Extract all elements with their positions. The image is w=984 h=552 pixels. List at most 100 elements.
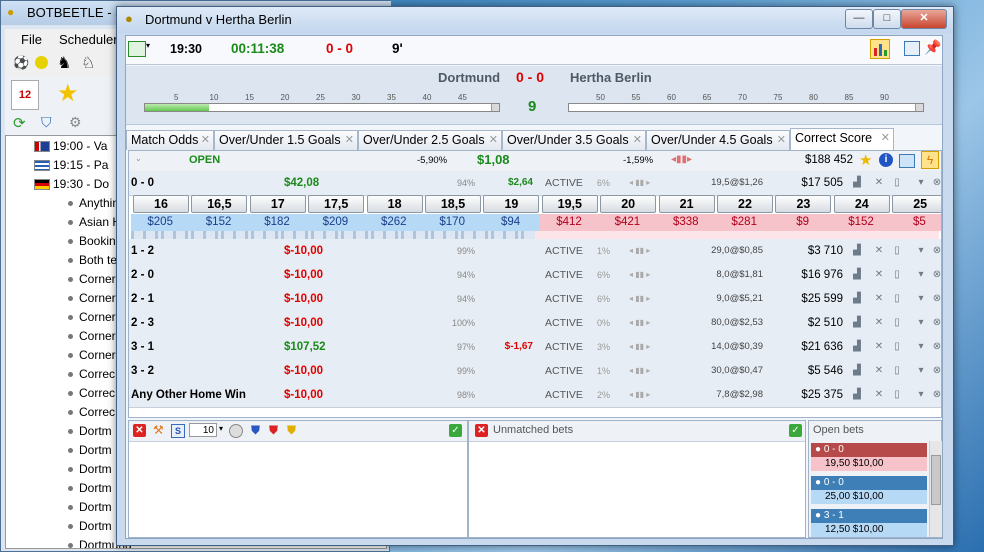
ladder-price-button[interactable]: 19 [483,195,540,213]
close-button[interactable]: ✕ [901,9,947,29]
tree-market-item[interactable]: Correc [68,365,115,384]
hedge-icon[interactable]: ▯ [891,177,903,188]
tree-market-item[interactable]: Dortm [68,441,112,460]
tree-market-item[interactable]: Corner [68,327,116,346]
tree-event-row[interactable]: 19:00 - Va [34,137,107,156]
close-tab-icon[interactable]: ✕ [345,131,354,150]
ladder-price-button[interactable]: 20 [600,195,657,213]
ladder-price-button[interactable]: 18 [366,195,423,213]
calendar-icon[interactable]: 12 [11,80,39,110]
expand-icon[interactable]: ▾ [915,177,927,188]
ladder-price-button[interactable]: 21 [658,195,715,213]
close-selection-icon[interactable]: ⊗ [931,365,941,376]
ladder-price-button[interactable]: 17,5 [308,195,365,213]
hedge-icon[interactable]: ▯ [891,389,903,400]
close-selection-icon[interactable]: ⊗ [931,269,941,280]
hedge-icon[interactable]: ▯ [891,365,903,376]
hedge-icon[interactable]: ▯ [891,293,903,304]
ladder-price-button[interactable]: 24 [833,195,890,213]
close-tab-icon[interactable]: ✕ [777,131,786,150]
hedge-icon[interactable]: ▯ [891,245,903,256]
tree-market-item[interactable]: Corner [68,308,116,327]
selection-row[interactable]: 1 - 2 $-10,00 99% ACTIVE 1% ◂ ▮▮ ▸ 29,0@$0,85 $… [129,239,941,264]
expand-icon[interactable]: ▾ [915,341,927,352]
chevron-down-icon[interactable]: ▾ [146,41,150,50]
ladder-amount[interactable]: $152 [831,214,891,231]
menu-file[interactable]: File [21,32,42,47]
new-window-icon[interactable] [904,41,920,56]
cancel-unmatched-icon[interactable]: ✕ [475,424,488,437]
graph-icon[interactable]: ▟ [851,341,863,352]
close-tab-icon[interactable]: ✕ [881,129,890,148]
tools-icon[interactable]: ✕ [873,389,885,400]
graph-icon[interactable] [899,154,915,168]
ladder-amount[interactable]: $262 [364,214,423,231]
ladder-price-button[interactable]: 25 [892,195,941,213]
selection-row[interactable]: 3 - 2 $-10,00 99% ACTIVE 1% ◂ ▮▮ ▸ 30,0@$0,47 $… [129,359,941,384]
graph-icon[interactable]: ▟ [851,365,863,376]
tree-event-row[interactable]: 19:15 - Pa [34,156,108,175]
cancel-all-icon[interactable]: ✕ [133,424,146,437]
ladder-amount[interactable]: $5 [890,214,941,231]
tree-market-item[interactable]: Bookin [68,232,116,251]
tools-icon[interactable]: ✕ [873,341,885,352]
tools-icon[interactable]: ✕ [873,317,885,328]
tree-market-item[interactable]: Corner [68,346,116,365]
tab-correct-score[interactable]: Correct Score ✕ [790,128,894,150]
open-bets-scrollbar[interactable] [929,441,942,537]
stake-mode-icon[interactable]: S [171,424,185,438]
graph-icon[interactable]: ▟ [851,389,863,400]
tab-over-under-2-5[interactable]: Over/Under 2.5 Goals ✕ [358,130,502,150]
info-icon[interactable]: i [879,153,893,167]
ladder-price-button[interactable]: 19,5 [541,195,598,213]
ladder-amount[interactable]: $170 [423,214,482,231]
ladder-price-button[interactable]: 23 [775,195,832,213]
expand-icon[interactable]: ▾ [915,389,927,400]
hedge-icon[interactable]: ▯ [891,269,903,280]
tree-market-item[interactable]: Anythin [68,194,119,213]
close-selection-icon[interactable]: ⊗ [931,177,941,188]
tree-event-row[interactable]: 19:30 - Do [34,175,109,194]
chevron-down-icon[interactable]: ▾ [219,424,223,433]
tools-icon[interactable]: ✕ [873,365,885,376]
selection-row[interactable]: 2 - 1 $-10,00 94% ACTIVE 6% ◂ ▮▮ ▸ 9,0@$5,21 $2… [129,287,941,312]
lightning-icon[interactable]: ϟ [921,151,939,169]
tree-market-item[interactable]: Correc [68,384,115,403]
graph-icon[interactable]: ▟ [851,245,863,256]
window-title-bar[interactable]: ● Dortmund v Hertha Berlin — □ ✕ [117,7,953,33]
favourite-star-icon[interactable]: ★ [859,151,872,169]
tab-match-odds[interactable]: Match Odds ✕ [126,130,214,150]
tab-over-under-4-5[interactable]: Over/Under 4.5 Goals ✕ [646,130,790,150]
clear-icon[interactable] [229,424,243,438]
tree-market-item[interactable]: Both te [68,251,117,270]
shield-blue-icon[interactable]: ⛊ [251,423,260,438]
confirm-unmatched-icon[interactable]: ✓ [789,424,802,437]
soccer-icon[interactable]: ⚽ [13,55,29,71]
expand-icon[interactable]: ▾ [915,245,927,256]
ladder-price-button[interactable]: 22 [717,195,773,213]
collapse-icon[interactable]: ⌄ [135,154,142,163]
favourites-star-icon[interactable]: ★ [57,79,79,108]
selection-row[interactable]: 0 - 0 $42,08 94% $2,64 ACTIVE 6% ◂ ▮▮ ▸ 19,5@$1… [129,171,941,196]
horse-racing-icon[interactable]: ♞ [57,53,71,73]
tree-market-item[interactable]: Dortm [68,422,112,441]
open-bet[interactable]: ● 3 - 1 12,50 $10,00 [811,509,927,539]
tree-market-item[interactable]: Dortm [68,498,112,517]
tree-market-item[interactable]: Correc [68,403,115,422]
tree-market-item[interactable]: Dortm [68,460,112,479]
ladder-amount[interactable]: $152 [189,214,248,231]
filter-icon[interactable]: ⛉ [41,114,52,131]
selection-row[interactable]: 3 - 1 $107,52 97% $-1,67 ACTIVE 3% ◂ ▮▮ ▸ 14,0@… [129,335,941,360]
hedge-icon[interactable]: ▯ [891,317,903,328]
ladder-price-button[interactable]: 16 [133,195,189,213]
ladder-amount[interactable]: $94 [481,214,540,231]
tools-icon[interactable]: ✕ [873,269,885,280]
ladder-price-button[interactable]: 17 [249,195,306,213]
close-selection-icon[interactable]: ⊗ [931,389,941,400]
tab-over-under-1-5[interactable]: Over/Under 1.5 Goals ✕ [214,130,358,150]
ladder-price-button[interactable]: 16,5 [191,195,248,213]
tools-icon[interactable]: ✕ [873,245,885,256]
chart-icon[interactable] [870,39,890,59]
ladder-amount[interactable]: $421 [598,214,657,231]
graph-icon[interactable]: ▟ [851,177,863,188]
